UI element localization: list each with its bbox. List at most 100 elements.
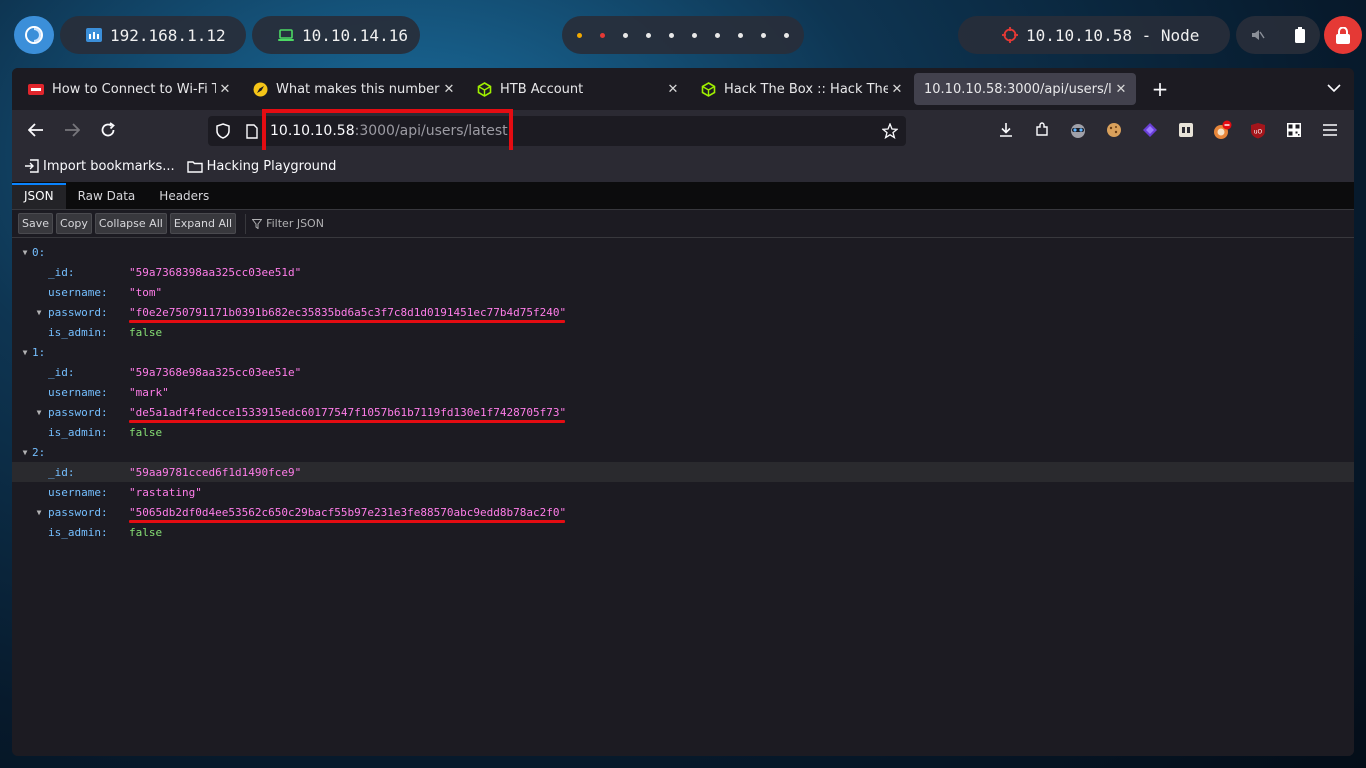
json-row[interactable]: ▼ password: "de5a1adf4fedcce1533915edc60… xyxy=(12,402,1354,423)
expand-triangle-icon[interactable]: ▼ xyxy=(34,308,44,317)
expand-triangle-icon[interactable]: ▼ xyxy=(20,448,30,457)
target-widget[interactable]: 10.10.10.58 - Node xyxy=(958,16,1230,54)
expand-triangle-icon[interactable]: ▼ xyxy=(34,408,44,417)
wappalyzer-extension-icon[interactable] xyxy=(1176,120,1196,140)
workspace-dot[interactable] xyxy=(761,32,766,38)
vpn-ip-widget[interactable]: 10.10.14.16 xyxy=(252,16,420,54)
close-icon[interactable]: ✕ xyxy=(1112,82,1130,97)
workspace-dot[interactable] xyxy=(669,32,674,38)
json-row[interactable]: is_admin: false xyxy=(12,322,1354,342)
tab-hack-the-box[interactable]: Hack The Box :: Hack The B ✕ xyxy=(690,73,912,105)
json-row-index[interactable]: ▼ 2: xyxy=(12,442,1354,462)
json-viewer: JSON Raw Data Headers Save Copy Collapse… xyxy=(12,182,1354,756)
list-all-tabs-chevron-down-icon[interactable] xyxy=(1327,83,1341,93)
json-key: is_admin: xyxy=(48,325,108,339)
copy-button[interactable]: Copy xyxy=(56,213,92,234)
workspace-dot[interactable] xyxy=(623,32,628,38)
json-row-hovered[interactable]: _id: "59aa9781cced6f1d1490fce9" xyxy=(12,462,1354,482)
json-key: password: xyxy=(48,405,108,419)
workspace-switcher[interactable] xyxy=(562,16,804,54)
bookmark-label: Import bookmarks... xyxy=(43,158,175,174)
json-key: is_admin: xyxy=(48,525,108,539)
json-row[interactable]: ▼ password: "5065db2df0d4ee53562c650c29b… xyxy=(12,502,1354,523)
lock-screen-button[interactable] xyxy=(1324,16,1362,54)
json-toolbar: Save Copy Collapse All Expand All Filter… xyxy=(12,210,1354,238)
tab-api-users-latest[interactable]: 10.10.10.58:3000/api/users/lat ✕ xyxy=(914,73,1136,105)
tab-number-article[interactable]: What makes this number s ✕ xyxy=(242,73,464,105)
workspace-dot[interactable] xyxy=(784,32,789,38)
shield-icon[interactable] xyxy=(216,123,230,139)
spy-extension-icon[interactable] xyxy=(1068,120,1088,140)
bookmark-star-icon[interactable] xyxy=(882,123,898,139)
json-row[interactable]: is_admin: false xyxy=(12,422,1354,442)
forward-arrow-icon[interactable] xyxy=(60,118,84,142)
downloads-icon[interactable] xyxy=(996,120,1016,140)
workspace-dot-urgent[interactable] xyxy=(600,32,605,38)
import-icon xyxy=(25,159,39,173)
tab-wifi-article[interactable]: How to Connect to Wi-Fi Th ✕ xyxy=(18,73,240,105)
close-icon[interactable]: ✕ xyxy=(440,82,458,97)
workspace-dot-active[interactable] xyxy=(577,32,582,38)
json-row-index[interactable]: ▼ 0: xyxy=(12,242,1354,262)
workspace-dot[interactable] xyxy=(715,32,720,38)
battery-icon[interactable] xyxy=(1295,27,1305,43)
json-row-index[interactable]: ▼ 1: xyxy=(12,342,1354,362)
json-tree: ▼ 0: _id: "59a7368398aa325cc03ee51d" use… xyxy=(12,238,1354,542)
cookie-icon[interactable] xyxy=(1104,120,1124,140)
json-row[interactable]: _id: "59a7368398aa325cc03ee51d" xyxy=(12,262,1354,282)
workspace-dot[interactable] xyxy=(692,32,697,38)
bookmark-label: Hacking Playground xyxy=(206,158,337,174)
json-row[interactable]: username: "mark" xyxy=(12,382,1354,402)
local-ip-widget[interactable]: 192.168.1.12 xyxy=(60,16,246,54)
json-index: 1: xyxy=(32,345,46,359)
tab-htb-account[interactable]: HTB Account ✕ xyxy=(466,73,688,105)
json-key: username: xyxy=(48,485,108,499)
save-button[interactable]: Save xyxy=(18,213,54,234)
collapse-all-button[interactable]: Collapse All xyxy=(94,213,167,234)
address-bar[interactable]: 10.10.10.58:3000/api/users/latest xyxy=(208,116,906,146)
volume-muted-icon[interactable] xyxy=(1251,28,1265,42)
back-arrow-icon[interactable] xyxy=(24,118,48,142)
new-tab-plus-icon[interactable]: + xyxy=(1148,77,1172,101)
qr-code-icon[interactable] xyxy=(1284,120,1304,140)
json-key: is_admin: xyxy=(48,425,108,439)
layers-extension-icon[interactable] xyxy=(1140,120,1160,140)
json-key: password: xyxy=(48,305,108,319)
close-icon[interactable]: ✕ xyxy=(888,82,906,97)
page-info-icon[interactable] xyxy=(246,123,258,139)
workspace-dot[interactable] xyxy=(646,32,651,38)
navigation-toolbar: 10.10.10.58:3000/api/users/latest uO xyxy=(12,109,1354,154)
json-row[interactable]: username: "rastating" xyxy=(12,482,1354,502)
filter-json-input[interactable]: Filter JSON xyxy=(245,213,324,234)
bookmark-import[interactable]: Import bookmarks... xyxy=(24,159,175,174)
expand-triangle-icon[interactable]: ▼ xyxy=(34,508,44,517)
expand-triangle-icon[interactable]: ▼ xyxy=(20,348,30,357)
json-row[interactable]: ▼ password: "f0e2e750791171b0391b682ec35… xyxy=(12,302,1354,323)
htb-cube-icon xyxy=(476,81,492,97)
tab-label: What makes this number s xyxy=(276,81,440,97)
ublock-origin-icon[interactable]: uO xyxy=(1248,120,1268,140)
close-icon[interactable]: ✕ xyxy=(216,82,234,97)
foxyproxy-extension-icon[interactable] xyxy=(1212,120,1232,140)
workspace-dot[interactable] xyxy=(738,32,743,38)
json-row[interactable]: username: "tom" xyxy=(12,282,1354,302)
hamburger-menu-icon[interactable] xyxy=(1320,120,1340,140)
json-key: password: xyxy=(48,505,108,519)
expand-all-button[interactable]: Expand All xyxy=(169,213,237,234)
expand-triangle-icon[interactable]: ▼ xyxy=(20,248,30,257)
launcher-swirl-icon xyxy=(25,26,43,44)
json-row[interactable]: _id: "59a7368e98aa325cc03ee51e" xyxy=(12,362,1354,382)
browser-window: How to Connect to Wi-Fi Th ✕ What makes … xyxy=(12,68,1354,756)
extensions-puzzle-icon[interactable] xyxy=(1032,120,1052,140)
bookmark-folder-hacking-playground[interactable]: Hacking Playground xyxy=(186,158,337,174)
json-index: 2: xyxy=(32,445,46,459)
json-row[interactable]: is_admin: false xyxy=(12,522,1354,542)
tab-json[interactable]: JSON xyxy=(12,183,66,209)
laptop-icon xyxy=(278,28,294,41)
app-launcher-button[interactable] xyxy=(14,16,54,54)
tab-raw-data[interactable]: Raw Data xyxy=(66,189,148,209)
tab-headers[interactable]: Headers xyxy=(147,189,221,209)
close-icon[interactable]: ✕ xyxy=(664,82,682,97)
vpn-ip-text: 10.10.14.16 xyxy=(302,25,408,45)
reload-icon[interactable] xyxy=(96,118,120,142)
